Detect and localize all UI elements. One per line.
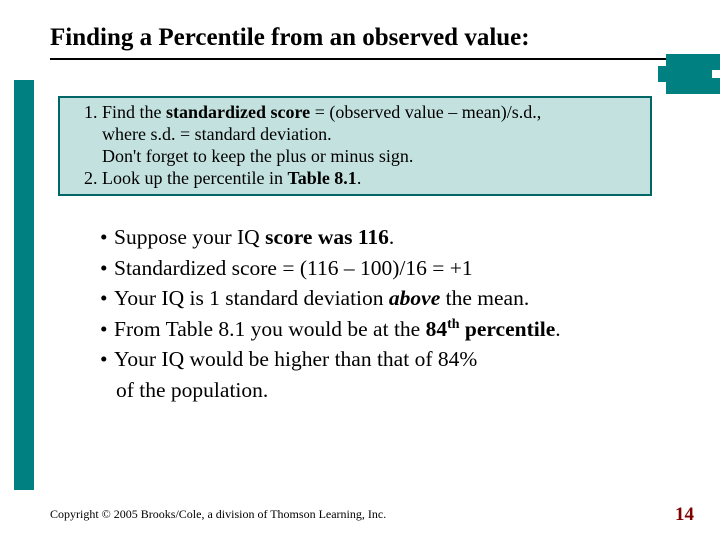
bullet-5-cont: of the population. [100,375,680,406]
copyright-footer: Copyright © 2005 Brooks/Cole, a division… [50,507,386,522]
step-2: Look up the percentile in Table 8.1. [102,168,640,190]
bullet-1: •Suppose your IQ score was 116. [100,222,680,253]
bullet-5: •Your IQ would be higher than that of 84… [100,344,680,375]
title-underline [50,58,690,60]
left-accent-bar [14,80,34,490]
title-decoration [658,60,716,100]
steps-box: Find the standardized score = (observed … [58,96,652,196]
example-bullets: •Suppose your IQ score was 116. •Standar… [100,222,680,405]
bullet-3: •Your IQ is 1 standard deviation above t… [100,283,680,314]
bullet-4: •From Table 8.1 you would be at the 84th… [100,314,680,345]
title-area: Finding a Percentile from an observed va… [50,24,690,60]
step-1: Find the standardized score = (observed … [102,102,640,168]
page-number: 14 [675,504,694,526]
page-title: Finding a Percentile from an observed va… [50,24,690,56]
bullet-2: •Standardized score = (116 – 100)/16 = +… [100,253,680,284]
